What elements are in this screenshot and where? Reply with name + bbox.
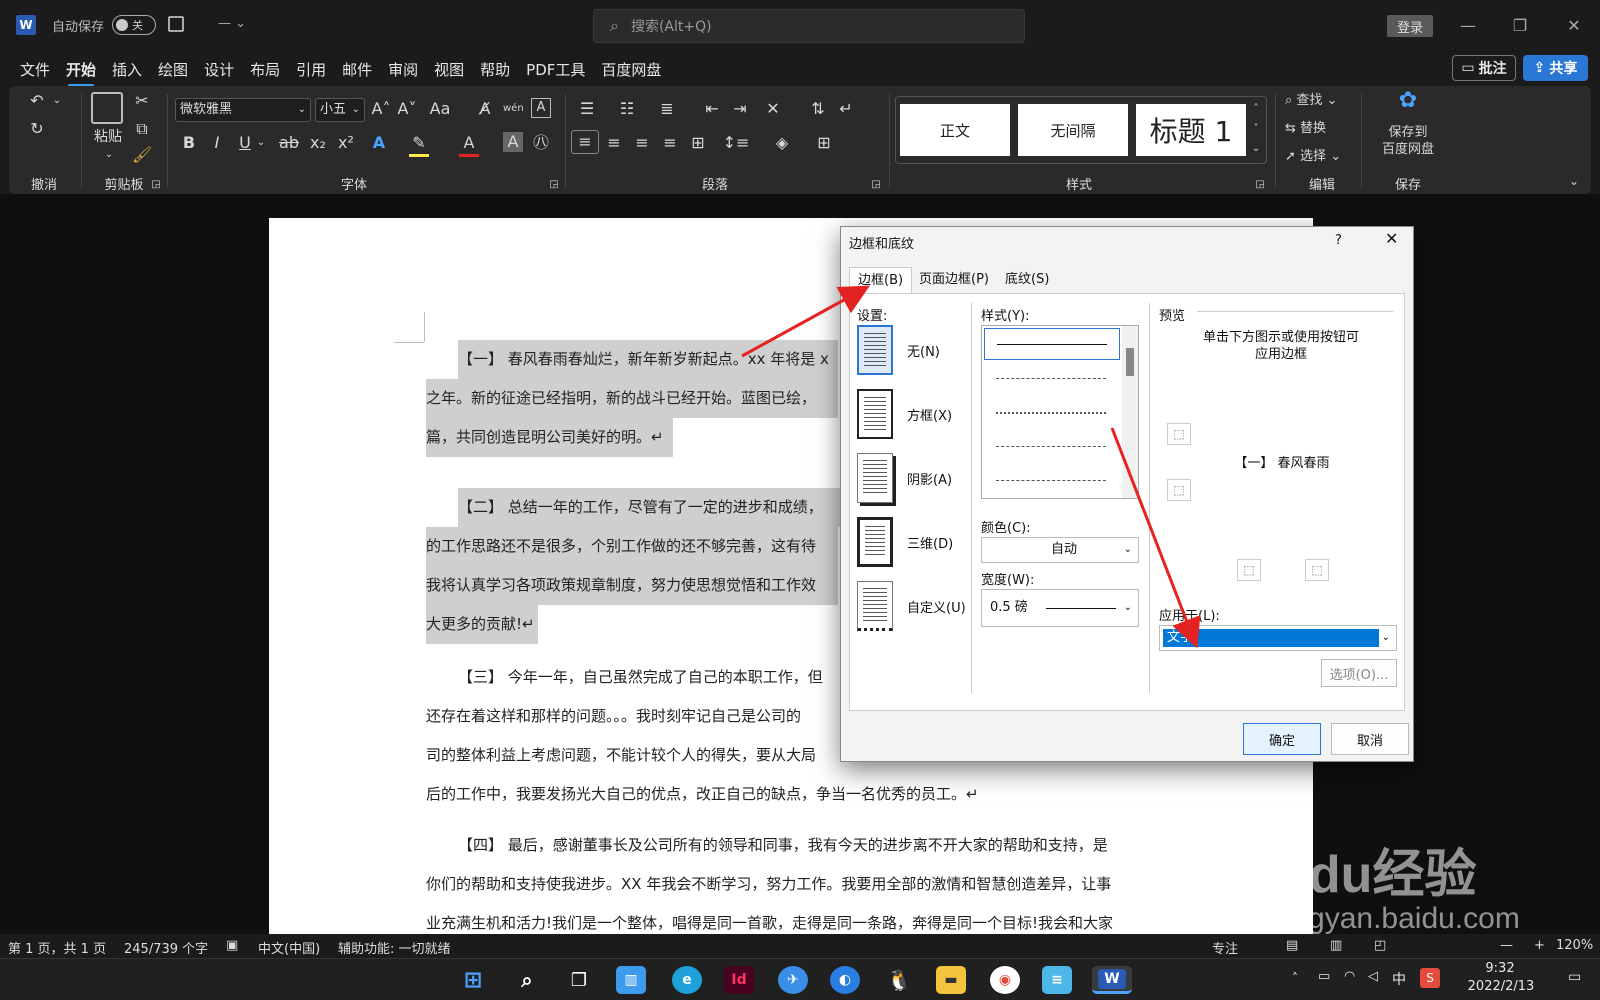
notifications-icon[interactable]: ▭ [1568, 969, 1581, 985]
chrome-icon[interactable]: ◉ [990, 966, 1020, 994]
taskbar: ⊞ ⌕ ❐ ▥ e Id ✈ ◐ 🐧 ▬ ◉ ≡ W ˄ ▭ ◠ ◁ 中 S 9… [0, 958, 1600, 1000]
arrow-to-borders-tab [741, 285, 870, 358]
arrow-to-apply-to [1110, 427, 1201, 649]
start-icon[interactable]: ⊞ [458, 966, 488, 994]
edge-icon[interactable]: e [672, 966, 702, 994]
proofing-icon[interactable]: ▣ [226, 938, 238, 953]
word-count[interactable]: 245/739 个字 [124, 938, 208, 957]
file-explorer-icon[interactable]: ▬ [936, 966, 966, 994]
battery-icon[interactable]: ▭ [1318, 969, 1330, 984]
search-taskbar-icon[interactable]: ⌕ [512, 966, 542, 994]
word-taskbar-icon[interactable]: W [1092, 966, 1132, 994]
focus-button[interactable]: 专注 [1212, 938, 1238, 957]
zoom-out-icon[interactable]: — [1500, 938, 1513, 953]
read-mode-icon[interactable]: ▤ [1286, 938, 1298, 953]
sogou-icon[interactable]: S [1420, 968, 1440, 988]
clock-time[interactable]: 9:32 [1472, 961, 1528, 976]
task-view-icon[interactable]: ❐ [564, 966, 594, 994]
status-bar: 第 1 页，共 1 页 245/739 个字 ▣ 中文(中国) 辅助功能: 一切… [0, 934, 1600, 958]
language[interactable]: 中文(中国) [258, 938, 320, 957]
indesign-icon[interactable]: Id [724, 966, 754, 994]
baidu-watermark-url: jingyan.baidu.com [1278, 902, 1520, 935]
tray-chevron-icon[interactable]: ˄ [1292, 971, 1298, 985]
zoom-level[interactable]: 120% [1556, 938, 1593, 953]
zoom-in-icon[interactable]: + [1534, 938, 1545, 953]
wifi-icon[interactable]: ◠ [1344, 969, 1355, 984]
clock-date[interactable]: 2022/2/13 [1466, 979, 1536, 994]
volume-icon[interactable]: ◁ [1368, 969, 1378, 984]
notepad-icon[interactable]: ≡ [1042, 966, 1072, 994]
web-layout-icon[interactable]: ◰ [1374, 938, 1386, 953]
accessibility-status[interactable]: 辅助功能: 一切就绪 [338, 938, 451, 957]
page-count[interactable]: 第 1 页，共 1 页 [8, 938, 106, 957]
widgets-icon[interactable]: ▥ [616, 966, 646, 994]
qq-icon[interactable]: 🐧 [884, 966, 914, 994]
ime-indicator[interactable]: 中 [1392, 969, 1406, 989]
print-layout-icon[interactable]: ▥ [1330, 938, 1342, 953]
baidu-watermark: Baidu经验 [1228, 846, 1477, 904]
chat-icon[interactable]: ◐ [830, 966, 860, 994]
feishu-icon[interactable]: ✈ [778, 966, 808, 994]
